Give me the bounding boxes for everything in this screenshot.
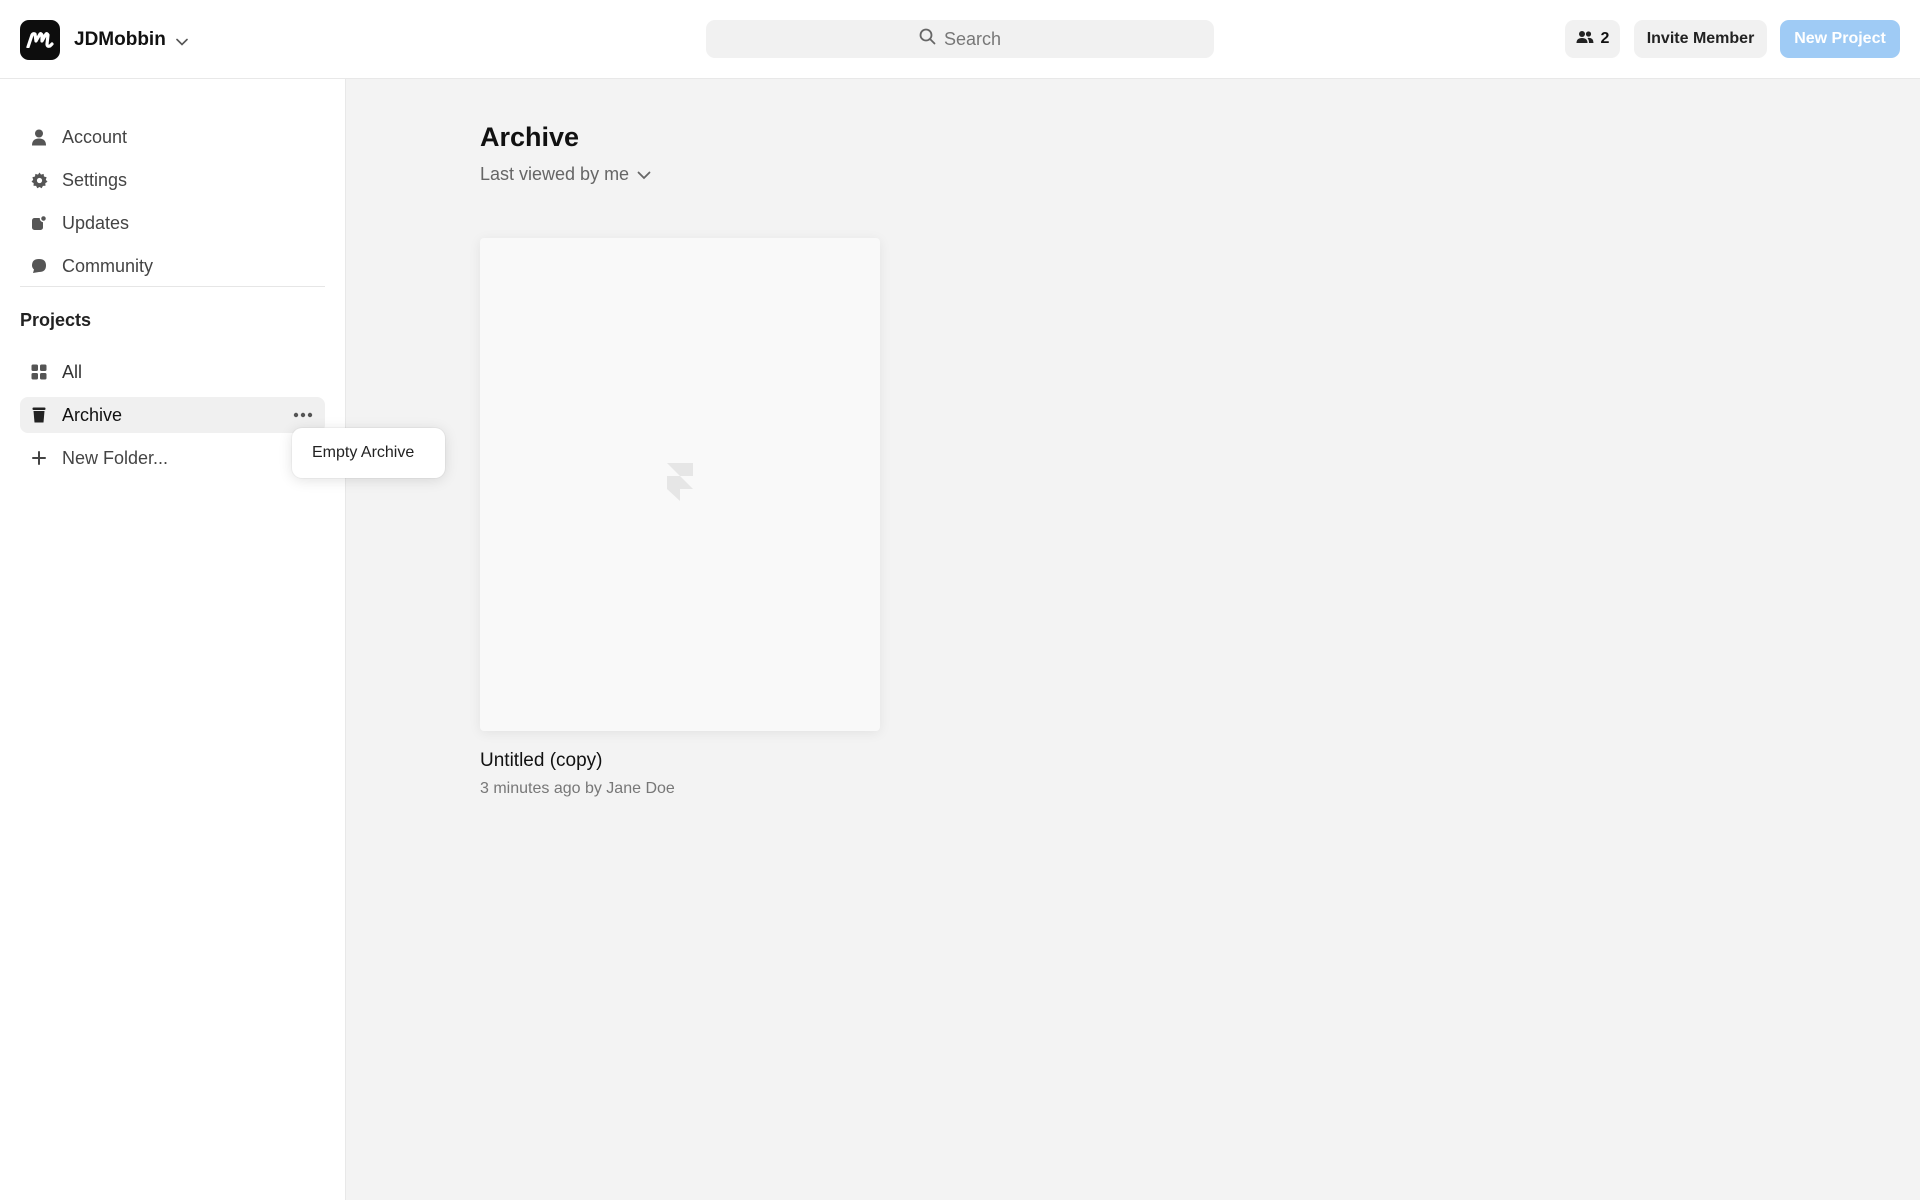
sidebar: Account Settings Updates Community Proje… xyxy=(0,79,346,1200)
sidebar-item-community[interactable]: Community xyxy=(20,248,325,284)
sidebar-divider xyxy=(20,286,325,287)
search-placeholder: Search xyxy=(943,28,1002,49)
sidebar-item-label: Archive xyxy=(62,404,123,425)
sort-label: Last viewed by me xyxy=(480,164,630,184)
workspace-logo xyxy=(20,19,60,60)
sort-dropdown[interactable]: Last viewed by me xyxy=(480,164,651,185)
trash-icon xyxy=(30,406,48,424)
search-icon xyxy=(919,28,936,50)
sidebar-item-archive[interactable]: Archive xyxy=(20,397,325,433)
archive-context-menu: Empty Archive xyxy=(292,428,445,478)
sidebar-item-label: Community xyxy=(62,255,154,276)
members-button[interactable]: 2 xyxy=(1565,20,1620,58)
workspace-name: JDMobbin xyxy=(74,28,166,50)
plus-icon xyxy=(30,449,48,467)
updates-icon xyxy=(30,214,48,232)
sidebar-item-label: New Folder... xyxy=(62,447,169,468)
sidebar-item-label: Updates xyxy=(62,212,130,233)
projects-section-title: Projects xyxy=(20,310,92,330)
menu-item-empty-archive[interactable]: Empty Archive xyxy=(312,444,414,462)
chevron-down-icon xyxy=(176,33,188,51)
sidebar-item-settings[interactable]: Settings xyxy=(20,162,325,198)
sidebar-item-updates[interactable]: Updates xyxy=(20,205,325,241)
new-folder-button[interactable]: New Folder... xyxy=(20,440,325,476)
invite-member-button[interactable]: Invite Member xyxy=(1634,20,1767,58)
gear-icon xyxy=(30,171,48,189)
user-icon xyxy=(30,128,48,146)
sidebar-item-label: Account xyxy=(62,126,128,147)
page-title: Archive xyxy=(480,122,580,152)
framer-logo-icon xyxy=(665,462,695,507)
workspace-switcher[interactable]: JDMobbin xyxy=(20,19,188,60)
members-count: 2 xyxy=(1600,30,1610,47)
project-card-title[interactable]: Untitled (copy) xyxy=(480,750,603,772)
sidebar-item-label: Settings xyxy=(62,169,128,190)
grid-icon xyxy=(30,363,48,381)
sidebar-item-label: All xyxy=(62,361,83,382)
project-card-thumbnail[interactable] xyxy=(480,238,880,731)
project-card-meta: 3 minutes ago by Jane Doe xyxy=(480,780,675,797)
chat-bubble-icon xyxy=(30,257,48,275)
people-icon xyxy=(1576,30,1594,49)
top-bar: JDMobbin Search 2 Invite Member New Proj… xyxy=(0,0,1920,79)
new-project-button[interactable]: New Project xyxy=(1780,20,1900,58)
more-options-icon[interactable] xyxy=(291,403,315,427)
sidebar-item-all[interactable]: All xyxy=(20,354,325,390)
sidebar-item-account[interactable]: Account xyxy=(20,119,325,155)
chevron-down-icon xyxy=(637,164,651,185)
search-input[interactable]: Search xyxy=(706,20,1214,58)
